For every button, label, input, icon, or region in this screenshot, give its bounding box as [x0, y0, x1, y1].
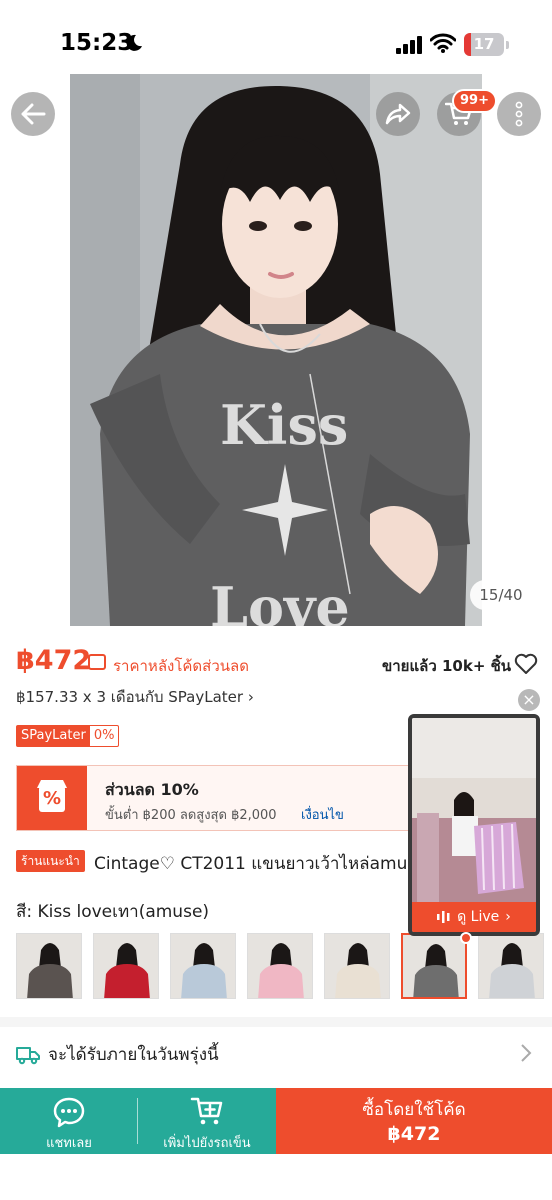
battery-nub — [506, 41, 509, 49]
more-options-button[interactable] — [497, 92, 541, 136]
variant-swatch-image — [248, 934, 312, 998]
variant-swatch[interactable] — [324, 933, 390, 999]
variant-label: สี: Kiss loveเทา(amuse) — [16, 902, 210, 922]
battery-level: 17 — [473, 35, 495, 53]
product-price: ฿472 — [16, 645, 92, 676]
voucher-percent: % — [43, 788, 62, 809]
share-button[interactable] — [376, 92, 420, 136]
installment-text: ฿157.33 x 3 เดือนกับ SPayLater — [16, 688, 244, 706]
home-indicator-area — [0, 1154, 552, 1200]
variant-swatch[interactable] — [478, 933, 544, 999]
add-to-cart-button[interactable]: เพิ่มไปยังรถเข็น — [138, 1088, 276, 1154]
add-cart-icon — [190, 1097, 223, 1125]
live-close-button[interactable]: × — [518, 689, 540, 711]
spaylater-rate: 0% — [93, 728, 115, 743]
variant-swatch[interactable] — [16, 933, 82, 999]
svg-text:Love: Love — [210, 575, 350, 626]
price-note: ราคาหลังโค้ดส่วนลด — [113, 657, 249, 675]
battery-indicator: 17 — [464, 33, 504, 56]
delivery-info-row[interactable]: จะได้รับภายในวันพรุ่งนี้ — [0, 1027, 552, 1083]
voucher-icon-box: % — [17, 766, 87, 830]
truck-icon — [16, 1047, 40, 1065]
voucher-detail: ขั้นต่ำ ฿200 ลดสูงสุด ฿2,000 — [105, 808, 277, 823]
add-cart-label: เพิ่มไปยังรถเข็น — [163, 1136, 251, 1151]
shop-voucher[interactable]: % ส่วนลด 10% ขั้นต่ำ ฿200 ลดสูงสุด ฿2,00… — [16, 765, 436, 831]
status-time: 15:23 — [60, 30, 134, 56]
chevron-right-icon: › — [505, 909, 511, 925]
watch-live-label: ดู Live — [457, 909, 500, 925]
variant-swatch-image — [403, 935, 465, 997]
cellular-signal-icon — [396, 36, 422, 54]
installment-link[interactable]: ฿157.33 x 3 เดือนกับ SPayLater › — [16, 685, 254, 709]
cart-count-badge: 99+ — [452, 89, 497, 113]
product-photo: Kiss Love — [70, 74, 482, 626]
delivery-text: จะได้รับภายในวันพรุ่งนี้ — [48, 1045, 219, 1065]
buy-price: ฿472 — [387, 1123, 441, 1145]
chat-label: แชทเลย — [46, 1136, 92, 1151]
variant-swatch-image — [171, 934, 235, 998]
buy-label: ซื้อโดยใช้โค้ด — [362, 1100, 466, 1120]
chevron-right-icon — [521, 1044, 532, 1062]
product-title: Cintage♡ CT2011 แขนยาวเว้าไหล่amuse — [94, 854, 424, 874]
more-vertical-icon — [515, 101, 523, 127]
chat-bubble-icon — [53, 1097, 85, 1128]
bottom-action-bar: แชทเลย เพิ่มไปยังรถเข็น ซื้อโดยใช้โค้ด ฿… — [0, 1088, 552, 1154]
spaylater-label: SPayLater — [17, 726, 90, 746]
recommended-shop-tag: ร้านแนะนำ — [16, 850, 85, 872]
product-image[interactable]: Kiss Love — [70, 74, 482, 626]
variant-swatch[interactable] — [170, 933, 236, 999]
chat-button[interactable]: แชทเลย — [0, 1088, 138, 1154]
live-preview-image — [412, 718, 536, 908]
watch-live-button[interactable]: ดู Live › — [412, 902, 536, 932]
voucher-terms-link[interactable]: เงื่อนไข — [301, 804, 344, 825]
variant-swatch[interactable] — [93, 933, 159, 999]
buy-with-code-button[interactable]: ซื้อโดยใช้โค้ด ฿472 — [276, 1088, 552, 1154]
heart-icon[interactable] — [514, 653, 538, 675]
image-counter: 15/40 — [470, 580, 532, 610]
share-icon — [385, 103, 411, 125]
variant-swatch-image — [94, 934, 158, 998]
variant-swatch-image — [479, 934, 543, 998]
moon-icon — [126, 34, 142, 51]
chevron-right-icon: › — [247, 688, 254, 706]
live-stream-preview[interactable]: ดู Live › — [408, 714, 540, 936]
status-bar: 15:23 17 — [0, 0, 552, 84]
variant-swatch[interactable] — [247, 933, 313, 999]
svg-text:Kiss: Kiss — [220, 393, 348, 457]
battery-fill — [464, 33, 471, 56]
back-button[interactable] — [11, 92, 55, 136]
voucher-title: ส่วนลด 10% — [105, 780, 199, 799]
sold-count: ขายแล้ว 10k+ ชิ้น — [382, 657, 512, 675]
wifi-icon — [430, 33, 456, 53]
arrow-left-icon — [21, 103, 46, 125]
live-bars-icon — [437, 911, 450, 923]
variant-swatch[interactable] — [401, 933, 467, 999]
variant-swatch-image — [325, 934, 389, 998]
coupon-icon — [88, 654, 106, 670]
live-indicator-dot — [460, 932, 472, 944]
product-page: 15:23 17 Kiss Love 99+ 15/40 ฿472 ราคาหล… — [0, 0, 552, 1200]
variant-swatch-image — [17, 934, 81, 998]
spaylater-badge: SPayLater 0% — [16, 725, 120, 747]
section-divider — [0, 1017, 552, 1027]
